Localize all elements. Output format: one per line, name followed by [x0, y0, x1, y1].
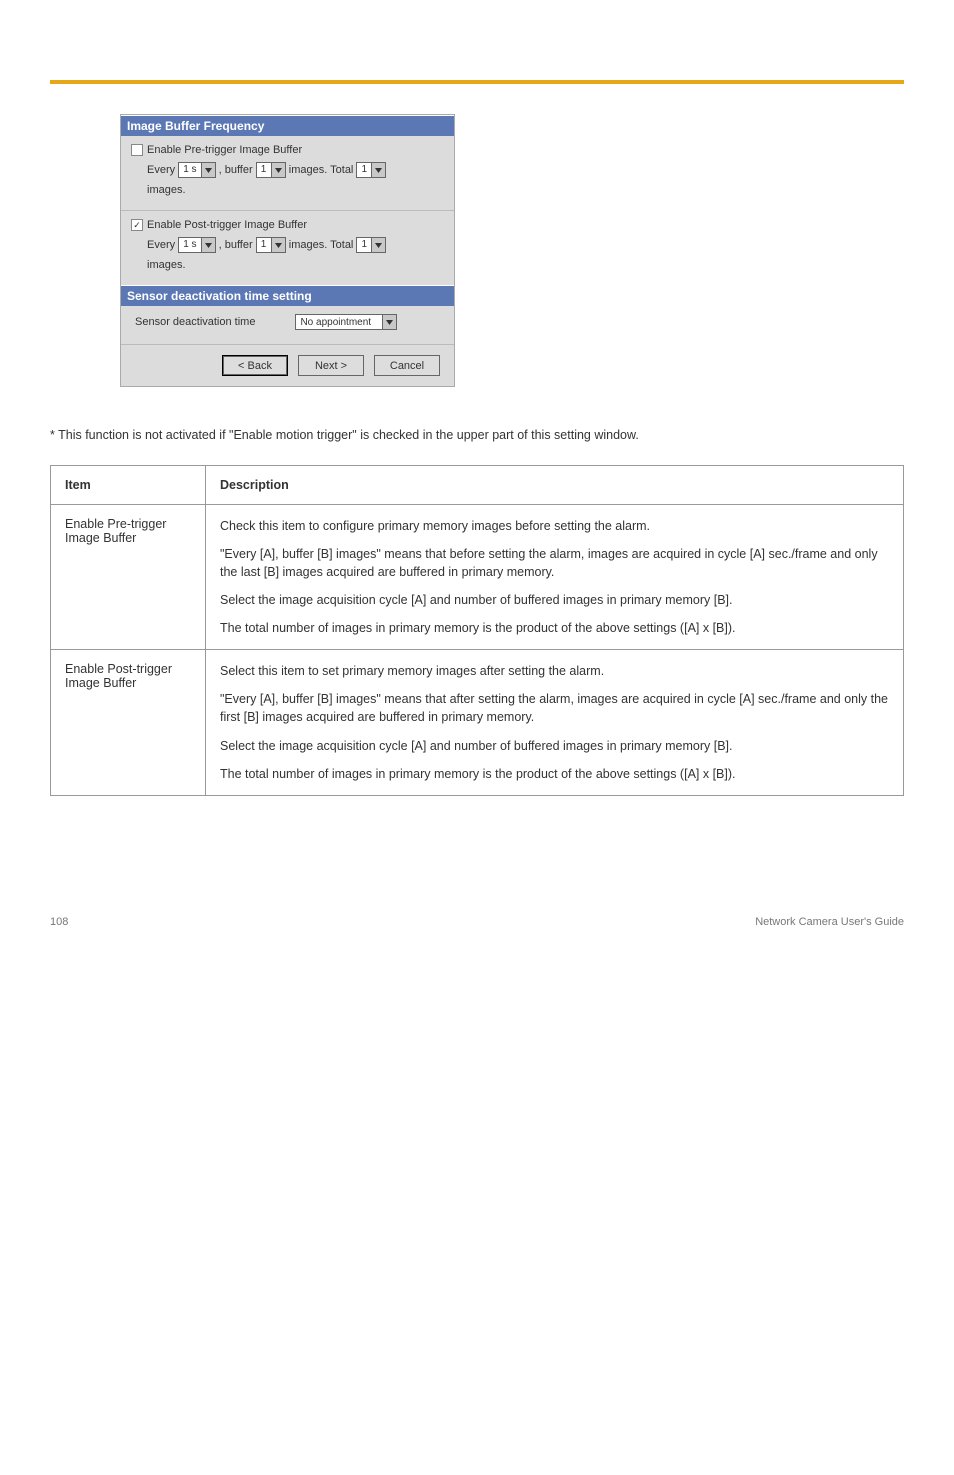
- description-paragraph: The total number of images in primary me…: [220, 619, 889, 637]
- text-every: Every: [147, 164, 175, 176]
- dropdown-arrow-icon: [271, 163, 285, 177]
- pre-interval-value: 1 s: [179, 160, 200, 180]
- post-trigger-checkbox-label: Enable Post-trigger Image Buffer: [147, 219, 307, 231]
- pre-trigger-checkbox[interactable]: [131, 144, 143, 156]
- post-total-value: 1: [357, 235, 371, 255]
- description-paragraph: "Every [A], buffer [B] images" means tha…: [220, 545, 889, 581]
- post-interval-value: 1 s: [179, 235, 200, 255]
- post-interval-select[interactable]: 1 s: [178, 237, 215, 253]
- page-number: 108: [50, 916, 68, 928]
- text-buffer: , buffer: [219, 164, 253, 176]
- description-paragraph: Select the image acquisition cycle [A] a…: [220, 591, 889, 609]
- dialog-button-row: < Back Next > Cancel: [121, 344, 454, 386]
- dropdown-arrow-icon: [371, 163, 385, 177]
- page-footer: 108 Network Camera User's Guide: [50, 916, 904, 928]
- cancel-button[interactable]: Cancel: [374, 355, 440, 376]
- post-trigger-checkbox[interactable]: ✓: [131, 219, 143, 231]
- footer-title: Network Camera User's Guide: [755, 916, 904, 928]
- next-button[interactable]: Next >: [298, 355, 364, 376]
- pre-count-select[interactable]: 1: [256, 162, 286, 178]
- col-header-item: Item: [51, 465, 206, 504]
- pre-trigger-checkbox-label: Enable Pre-trigger Image Buffer: [147, 144, 302, 156]
- post-trigger-sentence: Every 1 s , buffer 1 images. Total 1 ima…: [147, 235, 444, 275]
- footnote: * This function is not activated if "Ena…: [50, 427, 904, 445]
- pre-interval-select[interactable]: 1 s: [178, 162, 215, 178]
- description-paragraph: Select the image acquisition cycle [A] a…: [220, 737, 889, 755]
- description-paragraph: Check this item to configure primary mem…: [220, 517, 889, 535]
- back-button[interactable]: < Back: [222, 355, 288, 376]
- settings-dialog: Image Buffer Frequency Enable Pre-trigge…: [120, 114, 455, 387]
- table-row: Enable Pre-trigger Image Buffer Check thi…: [51, 504, 904, 650]
- description-paragraph: The total number of images in primary me…: [220, 765, 889, 783]
- sensor-deactivation-header: Sensor deactivation time setting: [121, 285, 454, 306]
- pre-trigger-sentence: Every 1 s , buffer 1 images. Total 1 ima…: [147, 160, 444, 200]
- dropdown-arrow-icon: [382, 315, 396, 329]
- post-total-select[interactable]: 1: [356, 237, 386, 253]
- description-paragraph: Select this item to set primary memory i…: [220, 662, 889, 680]
- text-images-total: images. Total: [289, 164, 354, 176]
- pre-total-select[interactable]: 1: [356, 162, 386, 178]
- sensor-deactivation-row: Sensor deactivation time No appointment: [121, 306, 454, 344]
- dropdown-arrow-icon: [371, 238, 385, 252]
- col-header-description: Description: [206, 465, 904, 504]
- text-images-tail: images.: [147, 259, 186, 271]
- dropdown-arrow-icon: [201, 163, 215, 177]
- sensor-deactivation-select[interactable]: No appointment: [295, 314, 397, 330]
- text-images-total: images. Total: [289, 239, 354, 251]
- pre-total-value: 1: [357, 160, 371, 180]
- row-description: Check this item to configure primary mem…: [206, 504, 904, 650]
- row-item-label: Enable Pre-trigger Image Buffer: [51, 504, 206, 650]
- text-every: Every: [147, 239, 175, 251]
- post-trigger-group: ✓ Enable Post-trigger Image Buffer Every…: [121, 210, 454, 285]
- row-description: Select this item to set primary memory i…: [206, 650, 904, 796]
- description-paragraph: "Every [A], buffer [B] images" means tha…: [220, 690, 889, 726]
- text-buffer: , buffer: [219, 239, 253, 251]
- dropdown-arrow-icon: [271, 238, 285, 252]
- sensor-deactivation-label: Sensor deactivation time: [135, 316, 255, 328]
- pre-trigger-group: Enable Pre-trigger Image Buffer Every 1 …: [121, 136, 454, 210]
- post-count-value: 1: [257, 235, 271, 255]
- pre-count-value: 1: [257, 160, 271, 180]
- table-row: Enable Post-trigger Image Buffer Select t…: [51, 650, 904, 796]
- post-count-select[interactable]: 1: [256, 237, 286, 253]
- row-item-label: Enable Post-trigger Image Buffer: [51, 650, 206, 796]
- sensor-deactivation-value: No appointment: [296, 317, 382, 328]
- text-images-tail: images.: [147, 184, 186, 196]
- dropdown-arrow-icon: [201, 238, 215, 252]
- definition-table: Item Description Enable Pre-trigger Imag…: [50, 465, 904, 796]
- image-buffer-frequency-header: Image Buffer Frequency: [121, 115, 454, 136]
